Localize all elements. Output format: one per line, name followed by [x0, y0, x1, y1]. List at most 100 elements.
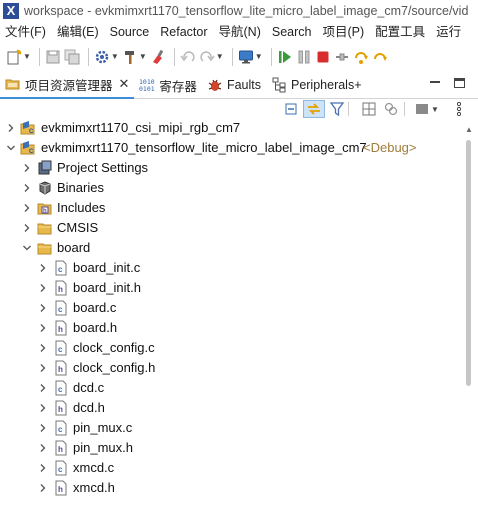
tree-item[interactable]: Cevkmimxrt1170_csi_mipi_rgb_cm7 — [0, 118, 460, 138]
chevron-down-icon[interactable]: ▼ — [255, 52, 263, 61]
tree-item[interactable]: c board.c — [0, 298, 460, 318]
chevron-down-icon[interactable]: ▼ — [139, 52, 147, 61]
tab-peripherals[interactable]: Peripherals+ — [266, 72, 367, 99]
chevron-right-icon[interactable] — [38, 383, 48, 393]
tree-item-label: board — [57, 240, 91, 255]
tree-item[interactable]: Binaries — [0, 178, 460, 198]
chevron-down-icon[interactable]: ▼ — [216, 52, 224, 61]
chevron-right-icon[interactable] — [22, 183, 32, 193]
chevron-right-icon[interactable] — [22, 223, 32, 233]
menu-project[interactable]: 项目(P) — [316, 22, 369, 42]
chevron-right-icon[interactable] — [38, 463, 48, 473]
save-button[interactable] — [45, 46, 61, 68]
redo-icon — [200, 50, 215, 62]
undo-button[interactable] — [180, 46, 196, 68]
tree-item-label: pin_mux.c — [73, 420, 133, 435]
tree-item[interactable]: h board.h — [0, 318, 460, 338]
chevron-right-icon[interactable] — [38, 303, 48, 313]
svg-text:c: c — [58, 385, 63, 394]
sync-icon — [384, 102, 398, 116]
menu-edit[interactable]: 编辑(E) — [51, 22, 104, 42]
step-over-button[interactable] — [372, 46, 388, 68]
chevron-right-icon[interactable] — [38, 323, 48, 333]
disconnect-button[interactable] — [334, 46, 350, 68]
chevron-right-icon[interactable] — [38, 403, 48, 413]
menu-refactor[interactable]: Refactor — [154, 22, 212, 42]
menu-config-tools[interactable]: 配置工具 — [369, 22, 430, 42]
tab-registers[interactable]: 1010 0101 寄存器 — [134, 72, 202, 99]
filter-button[interactable] — [329, 100, 345, 118]
tree-item[interactable]: c clock_config.c — [0, 338, 460, 358]
chevron-right-icon[interactable] — [38, 483, 48, 493]
chevron-down-icon[interactable]: ▼ — [23, 52, 31, 61]
tree-item[interactable]: board — [0, 238, 460, 258]
view-menu-button[interactable] — [455, 100, 463, 118]
chevron-down-icon[interactable]: ▼ — [111, 52, 119, 61]
tree-item-label: board.c — [73, 300, 117, 315]
save-all-button[interactable] — [64, 46, 80, 68]
chevron-right-icon[interactable] — [38, 343, 48, 353]
tree-item[interactable]: CMSIS — [0, 218, 460, 238]
toolbar-separator — [87, 47, 89, 66]
h-file-icon: h — [53, 400, 69, 416]
chevron-right-icon[interactable] — [38, 443, 48, 453]
tree-item[interactable]: h Includes — [0, 198, 460, 218]
debug-settings-button[interactable]: ▼ — [94, 46, 119, 68]
tree-item[interactable]: h xmcd.h — [0, 478, 460, 498]
terminate-button[interactable] — [315, 46, 331, 68]
tree-item[interactable]: c board_init.c — [0, 258, 460, 278]
tree-item[interactable]: h clock_config.h — [0, 358, 460, 378]
chevron-right-icon[interactable] — [38, 263, 48, 273]
chevron-right-icon[interactable] — [22, 163, 32, 173]
settings-icon — [37, 160, 53, 176]
menu-navigate[interactable]: 导航(N) — [213, 22, 266, 42]
chevron-right-icon[interactable] — [22, 203, 32, 213]
tree-item[interactable]: c dcd.c — [0, 378, 460, 398]
tab-project-explorer[interactable]: 项目资源管理器 ✕ — [0, 71, 135, 99]
view-options-button[interactable]: ▼ — [414, 100, 439, 118]
new-button[interactable]: ▼ — [6, 46, 31, 68]
tree-item[interactable]: c pin_mux.c — [0, 418, 460, 438]
scroll-up-icon[interactable]: ▲ — [465, 125, 473, 134]
tree-item[interactable]: Cevkmimxrt1170_tensorflow_lite_micro_lab… — [0, 138, 460, 158]
clean-button[interactable] — [150, 46, 166, 68]
chevron-right-icon[interactable] — [38, 283, 48, 293]
step-into-button[interactable] — [353, 46, 369, 68]
tree-item-label: dcd.h — [73, 400, 105, 415]
chevron-right-icon[interactable] — [6, 123, 16, 133]
tree-item[interactable]: c xmcd.c — [0, 458, 460, 478]
project-layout-button[interactable] — [361, 100, 377, 118]
chevron-right-icon[interactable] — [38, 363, 48, 373]
link-with-editor-button[interactable] — [303, 100, 325, 118]
tree-item[interactable]: h board_init.h — [0, 278, 460, 298]
project-icon: C — [20, 140, 36, 156]
chevron-down-icon[interactable]: ▼ — [431, 105, 439, 114]
svg-text:h: h — [58, 405, 63, 414]
menu-file[interactable]: 文件(F) — [0, 22, 51, 42]
suspend-button[interactable] — [296, 46, 312, 68]
terminal-button[interactable]: ▼ — [238, 46, 263, 68]
tree-item[interactable]: Project Settings — [0, 158, 460, 178]
tree-item[interactable]: h dcd.h — [0, 398, 460, 418]
scrollbar-thumb[interactable] — [466, 140, 471, 386]
chevron-down-icon[interactable] — [22, 243, 32, 253]
tree-item[interactable]: h pin_mux.h — [0, 438, 460, 458]
tab-faults[interactable]: Faults — [202, 72, 266, 99]
close-icon[interactable]: ✕ — [119, 76, 130, 92]
menu-source[interactable]: Source — [104, 22, 155, 42]
redo-button[interactable]: ▼ — [199, 46, 224, 68]
resume-button[interactable] — [277, 46, 293, 68]
tab-label: Faults — [226, 78, 261, 92]
chevron-right-icon[interactable] — [38, 423, 48, 433]
chevron-down-icon[interactable] — [6, 143, 16, 153]
menu-run[interactable]: 运行 — [430, 22, 466, 42]
sync-button[interactable] — [383, 100, 399, 118]
maximize-view-button[interactable] — [454, 78, 465, 88]
tree-item-label: evkmimxrt1170_tensorflow_lite_micro_labe… — [41, 140, 367, 155]
minimize-view-button[interactable] — [430, 81, 440, 83]
vertical-scrollbar[interactable]: ▲ — [460, 118, 478, 506]
tree-item-label: dcd.c — [73, 380, 105, 395]
build-button[interactable]: ▼ — [122, 46, 147, 68]
menu-search[interactable]: Search — [266, 22, 317, 42]
collapse-all-button[interactable] — [283, 100, 299, 118]
